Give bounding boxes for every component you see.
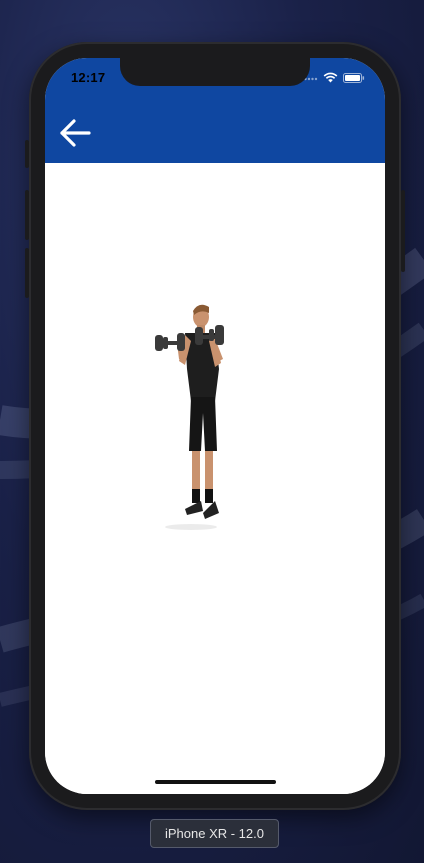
- device-label: iPhone XR - 12.0: [150, 819, 279, 848]
- simulator-phone-frame: 12:17: [25, 42, 405, 810]
- exercise-content: [45, 163, 385, 794]
- arrow-back-icon: [60, 119, 91, 147]
- status-icons: [304, 72, 365, 83]
- volume-down-button: [25, 248, 29, 298]
- device-notch: [120, 58, 310, 86]
- home-indicator[interactable]: [155, 780, 276, 784]
- status-time: 12:17: [71, 70, 106, 85]
- power-button: [401, 190, 405, 272]
- device-screen: 12:17: [45, 58, 385, 794]
- battery-icon: [343, 72, 365, 83]
- exercise-illustration: [155, 304, 224, 530]
- volume-up-button: [25, 190, 29, 240]
- silent-switch: [25, 140, 29, 168]
- wifi-icon: [323, 72, 338, 83]
- back-button[interactable]: [57, 118, 93, 148]
